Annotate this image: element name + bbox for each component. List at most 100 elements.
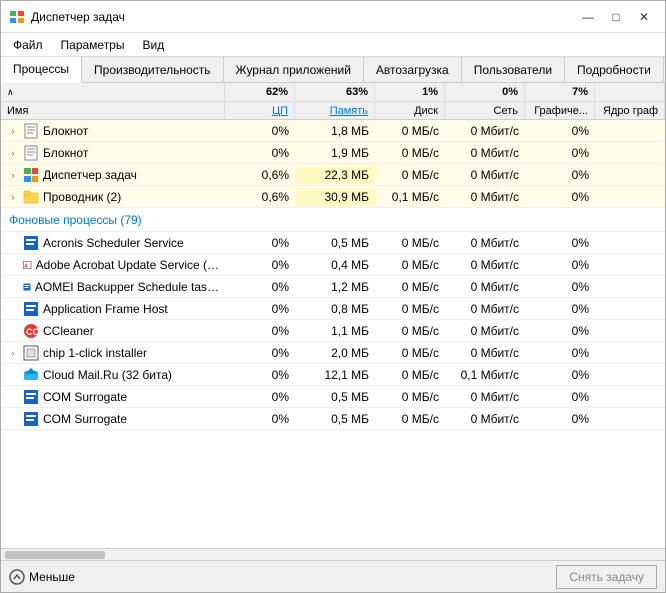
table-row[interactable]: › CC CCleaner 0% 1,1 МБ 0 МБ/с 0 Мбит/с … [1,320,665,342]
net-cell: 0 Мбит/с [445,144,525,162]
table-row[interactable]: › Acronis Scheduler Service 0% 0,5 МБ 0 … [1,232,665,254]
explorer-icon [23,189,39,205]
less-button[interactable]: Меньше [9,569,75,585]
expand-icon[interactable]: › [7,169,19,181]
aomei-icon [23,279,31,295]
title-buttons: — □ ✕ [575,7,657,27]
menu-file[interactable]: Файл [5,36,51,54]
disk-cell: 0 МБ/с [375,144,445,162]
app-icon [23,235,39,251]
column-headers: ∧ 62% 63% 1% 0% 7% Имя ЦП Память Диск Се… [1,83,665,120]
table-row[interactable]: › Cloud Mail.Ru (32 бита) 0% 12,1 МБ 0 М… [1,364,665,386]
process-table[interactable]: › Блокнот 0% 1,8 МБ 0 МБ/с 0 Мбит/с 0% ›… [1,120,665,548]
table-row[interactable]: › AOMEI Backupper Schedule tas… 0% 1,2 М… [1,276,665,298]
cpu-cell: 0,6% [225,188,295,206]
gpu-cell: 0% [525,166,595,184]
cloudmail-icon [23,367,39,383]
horizontal-scrollbar[interactable] [1,548,665,560]
mem-cell: 1,9 МБ [295,144,375,162]
table-row[interactable]: › Блокнот 0% 1,8 МБ 0 МБ/с 0 Мбит/с 0% [1,120,665,142]
expand-icon[interactable]: › [7,147,19,159]
window-icon [9,9,25,25]
task-manager-window: Диспетчер задач — □ ✕ Файл Параметры Вид… [0,0,666,593]
process-name: › A Adobe Acrobat Update Service (… [1,255,225,275]
process-name: › COM Surrogate [1,409,225,429]
table-row[interactable]: › Блокнот 0% 1,9 МБ 0 МБ/с 0 Мбит/с 0% [1,142,665,164]
net-cell: 0 Мбит/с [445,166,525,184]
expand-icon[interactable]: › [7,125,19,137]
menu-view[interactable]: Вид [134,36,172,54]
end-task-button[interactable]: Снять задачу [556,565,657,589]
process-name: › chip 1-click installer [1,343,225,363]
col-gpu-label[interactable]: Графиче... [525,102,595,119]
process-name: › Application Frame Host [1,299,225,319]
tabs-bar: Процессы Производительность Журнал прило… [1,57,665,83]
gpu2-cell [595,173,665,177]
disk-cell: 0 МБ/с [375,122,445,140]
gpu-cell: 0% [525,122,595,140]
col-disk-pct[interactable]: 1% [375,83,445,101]
process-name: › Cloud Mail.Ru (32 бита) [1,365,225,385]
maximize-button[interactable]: □ [603,7,629,27]
appframe-icon [23,301,39,317]
bg-processes-label: Фоновые процессы (79) [9,213,142,227]
gpu2-cell [595,129,665,133]
col-cpu-pct[interactable]: 62% [225,83,295,101]
col-mem-label[interactable]: Память [295,102,375,119]
col-name-label[interactable]: Имя [1,102,225,119]
scrollbar-thumb[interactable] [5,551,105,559]
table-row[interactable]: › chip 1-click installer 0% 2,0 МБ 0 МБ/… [1,342,665,364]
process-name: › COM Surrogate [1,387,225,407]
mem-cell: 30,9 МБ [295,188,375,206]
col-net-label[interactable]: Сеть [445,102,525,119]
adobe-icon: A [23,257,32,273]
col-net-pct[interactable]: 0% [445,83,525,101]
title-bar: Диспетчер задач — □ ✕ [1,1,665,33]
bg-processes-header: Фоновые процессы (79) [1,208,665,232]
col-gpu2 [595,83,665,101]
col-mem-pct[interactable]: 63% [295,83,375,101]
com-surrogate-icon [23,389,39,405]
tab-processes[interactable]: Процессы [1,57,82,83]
table-row[interactable]: › Диспетчер задач 0,6% 22,3 МБ 0 МБ/с 0 … [1,164,665,186]
col-gpu2-label: Ядро граф [595,102,665,119]
table-row[interactable]: › COM Surrogate 0% 0,5 МБ 0 МБ/с 0 Мбит/… [1,408,665,430]
taskmgr-icon [23,167,39,183]
process-name: › Диспетчер задач [1,165,225,185]
table-row[interactable]: › COM Surrogate 0% 0,5 МБ 0 МБ/с 0 Мбит/… [1,386,665,408]
tab-applog[interactable]: Журнал приложений [224,57,364,82]
col-disk-label[interactable]: Диск [375,102,445,119]
process-name: › AOMEI Backupper Schedule tas… [1,277,225,297]
notepad-icon [23,145,39,161]
notepad-icon [23,123,39,139]
title-text: Диспетчер задач [31,10,125,24]
menu-params[interactable]: Параметры [53,36,133,54]
close-button[interactable]: ✕ [631,7,657,27]
table-row[interactable]: › Application Frame Host 0% 0,8 МБ 0 МБ/… [1,298,665,320]
expand-icon[interactable]: › [7,191,19,203]
ccleaner-icon: CC [23,323,39,339]
disk-cell: 0,1 МБ/с [375,188,445,206]
tab-users[interactable]: Пользователи [462,57,565,82]
process-name: › Блокнот [1,143,225,163]
content-area: ∧ 62% 63% 1% 0% 7% Имя ЦП Память Диск Се… [1,83,665,560]
table-row[interactable]: › Проводник (2) 0,6% 30,9 МБ 0,1 МБ/с 0 … [1,186,665,208]
table-row[interactable]: › A Adobe Acrobat Update Service (… 0% 0… [1,254,665,276]
sort-arrow: ∧ [7,87,14,98]
tab-details[interactable]: Подробности [565,57,664,82]
gpu2-cell [595,195,665,199]
cpu-cell: 0% [225,122,295,140]
col-name-header[interactable]: ∧ [1,83,225,101]
menu-bar: Файл Параметры Вид [1,33,665,57]
net-cell: 0 Мбит/с [445,188,525,206]
process-name: › Acronis Scheduler Service [1,233,225,253]
gpu2-cell [595,151,665,155]
minimize-button[interactable]: — [575,7,601,27]
col-gpu-pct[interactable]: 7% [525,83,595,101]
svg-text:A: A [24,263,28,269]
expand-icon[interactable]: › [7,347,19,359]
process-name: › Блокнот [1,121,225,141]
tab-autostart[interactable]: Автозагрузка [364,57,462,82]
tab-performance[interactable]: Производительность [82,57,223,82]
col-cpu-label[interactable]: ЦП [225,102,295,119]
